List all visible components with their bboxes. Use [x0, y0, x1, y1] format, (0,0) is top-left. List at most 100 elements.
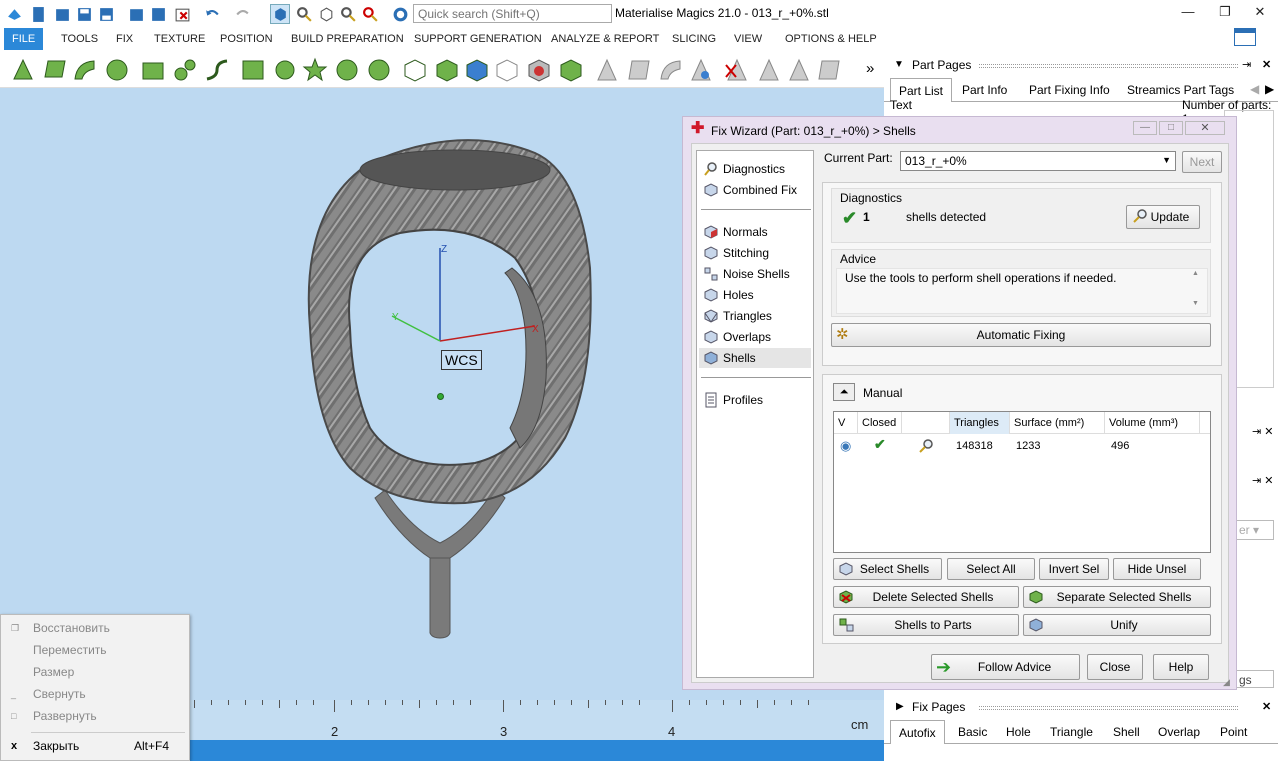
- mark-triangle-icon[interactable]: [10, 57, 36, 83]
- app-logo-icon[interactable]: [4, 4, 24, 24]
- undo-icon[interactable]: [202, 4, 222, 24]
- mark-plane-icon[interactable]: [42, 57, 68, 83]
- save-part-icon[interactable]: [148, 4, 168, 24]
- delete-selected-shells-button[interactable]: Delete Selected Shells: [833, 586, 1019, 608]
- restore-button[interactable]: ❐: [1210, 2, 1240, 22]
- col-surface[interactable]: Surface (mm²): [1010, 412, 1105, 434]
- close-button[interactable]: Close: [1087, 654, 1143, 680]
- wave-tool-icon[interactable]: [688, 57, 714, 83]
- separate-selected-shells-button[interactable]: Separate Selected Shells: [1023, 586, 1211, 608]
- tab-basic[interactable]: Basic: [950, 720, 995, 744]
- filter-dropdown[interactable]: er ▾: [1236, 520, 1274, 540]
- current-part-select[interactable]: 013_r_+0% ▼: [900, 151, 1176, 171]
- surface-tool-icon[interactable]: [658, 57, 684, 83]
- mark-shell-icon[interactable]: [104, 57, 130, 83]
- menu-position[interactable]: POSITION: [212, 28, 281, 50]
- mark-surface-icon[interactable]: [72, 57, 98, 83]
- eye-icon[interactable]: ◉: [840, 438, 851, 454]
- table-row[interactable]: ◉ ✔ 148318 1233 496: [834, 436, 1210, 456]
- help-button[interactable]: Help: [1153, 654, 1209, 680]
- collapse-manual-button[interactable]: ⏶: [833, 383, 855, 401]
- nav-combined-fix[interactable]: Combined Fix: [699, 180, 811, 200]
- measure-icon[interactable]: [360, 4, 380, 24]
- unmark-part-icon[interactable]: [494, 57, 520, 83]
- unify-button[interactable]: Unify: [1023, 614, 1211, 636]
- import-part-icon[interactable]: [126, 4, 146, 24]
- dialog-maximize-button[interactable]: □: [1159, 121, 1183, 135]
- zoom-to-shell-icon[interactable]: [918, 438, 934, 454]
- select-all-button[interactable]: Select All: [947, 558, 1035, 580]
- minimize-button[interactable]: —: [1173, 2, 1203, 22]
- nav-shells[interactable]: Shells: [699, 348, 811, 368]
- tab-part-info[interactable]: Part Info: [954, 78, 1015, 102]
- nav-stitching[interactable]: Stitching: [699, 243, 811, 263]
- mark-selection-icon[interactable]: [526, 57, 552, 83]
- dialog-close-button[interactable]: ✕: [1185, 121, 1225, 135]
- mark-cylinder-icon[interactable]: [172, 57, 198, 83]
- next-button[interactable]: Next: [1182, 151, 1222, 173]
- menu-slicing[interactable]: SLICING: [664, 28, 724, 50]
- ctx-maximize[interactable]: □ Развернуть: [1, 705, 189, 727]
- triangle-tool-icon[interactable]: [594, 57, 620, 83]
- menu-fix[interactable]: FIX: [108, 28, 141, 50]
- automatic-fixing-button[interactable]: ✲ Automatic Fixing: [831, 323, 1211, 347]
- toolbar-overflow-button[interactable]: »: [866, 60, 874, 77]
- ctx-close[interactable]: x Закрыть Alt+F4: [1, 735, 189, 757]
- dialog-title-bar[interactable]: ✚ Fix Wizard (Part: 013_r_+0%) > Shells …: [683, 117, 1236, 143]
- resize-grip[interactable]: ◢: [1223, 677, 1230, 688]
- shells-table[interactable]: V Closed Triangles Surface (mm²) Volume …: [833, 411, 1211, 553]
- mark-all-icon[interactable]: [558, 57, 584, 83]
- layout-icon[interactable]: [1234, 28, 1256, 46]
- save-icon[interactable]: [74, 4, 94, 24]
- tab-shell[interactable]: Shell: [1105, 720, 1148, 744]
- plane-tool-icon[interactable]: [626, 57, 652, 83]
- menu-tools[interactable]: TOOLS: [53, 28, 106, 50]
- panel-pin-icon[interactable]: ⇥ ✕: [1252, 425, 1274, 438]
- quick-search-input[interactable]: [413, 4, 612, 23]
- nav-profiles[interactable]: Profiles: [699, 390, 811, 410]
- close-window-button[interactable]: ✕: [1245, 2, 1275, 22]
- tab-scroll-left-icon[interactable]: ◀: [1250, 82, 1259, 96]
- magnifier-icon[interactable]: [338, 4, 358, 24]
- unload-part-icon[interactable]: [172, 4, 192, 24]
- nav-triangles[interactable]: Triangles: [699, 306, 811, 326]
- update-button[interactable]: Update: [1126, 205, 1200, 229]
- scroll-up-icon[interactable]: ▲: [1192, 270, 1199, 277]
- ring-part-model[interactable]: [280, 128, 610, 698]
- nav-diagnostics[interactable]: Diagnostics: [699, 159, 811, 179]
- box-view-icon[interactable]: [316, 4, 336, 24]
- tab-hole[interactable]: Hole: [998, 720, 1039, 744]
- ctx-move[interactable]: Переместить: [1, 639, 189, 661]
- nav-overlaps[interactable]: Overlaps: [699, 327, 811, 347]
- mark-contour-icon[interactable]: [240, 57, 266, 83]
- unmark-all-icon[interactable]: [816, 57, 842, 83]
- mark-star-icon[interactable]: [302, 57, 328, 83]
- panel-close-icon[interactable]: ✕: [1262, 54, 1271, 76]
- col-triangles[interactable]: Triangles: [950, 412, 1010, 434]
- mark-rectangle-icon[interactable]: [140, 57, 166, 83]
- fix-panel-close-icon[interactable]: ✕: [1262, 696, 1271, 718]
- pin-icon[interactable]: ⇥: [1242, 54, 1251, 76]
- col-volume[interactable]: Volume (mm³): [1105, 412, 1200, 434]
- menu-options-help[interactable]: OPTIONS & HELP: [777, 28, 885, 50]
- tab-autofix[interactable]: Autofix: [890, 720, 945, 744]
- tab-overlap[interactable]: Overlap: [1150, 720, 1208, 744]
- col-blank[interactable]: [902, 412, 950, 434]
- mark-part-icon[interactable]: [402, 57, 428, 83]
- hide-unsel-button[interactable]: Hide Unsel: [1113, 558, 1201, 580]
- invert-sel-button[interactable]: Invert Sel: [1039, 558, 1109, 580]
- mark-area-icon[interactable]: [272, 57, 298, 83]
- tab-scroll-right-icon[interactable]: ▶: [1265, 82, 1274, 96]
- ctx-size[interactable]: Размер: [1, 661, 189, 683]
- mark-part-solid-icon[interactable]: [434, 57, 460, 83]
- mark-circle-icon[interactable]: [366, 57, 392, 83]
- menu-file[interactable]: FILE: [4, 28, 44, 50]
- ctx-minimize[interactable]: _ Свернуть: [1, 683, 189, 705]
- select-mode-icon[interactable]: [270, 4, 290, 24]
- nav-noise-shells[interactable]: Noise Shells: [699, 264, 811, 284]
- settings-icon[interactable]: [390, 4, 410, 24]
- nav-normals[interactable]: Normals: [699, 222, 811, 242]
- select-shells-button[interactable]: Select Shells: [833, 558, 942, 580]
- ctx-restore[interactable]: ❐ Восстановить: [1, 617, 189, 639]
- save-all-icon[interactable]: [96, 4, 116, 24]
